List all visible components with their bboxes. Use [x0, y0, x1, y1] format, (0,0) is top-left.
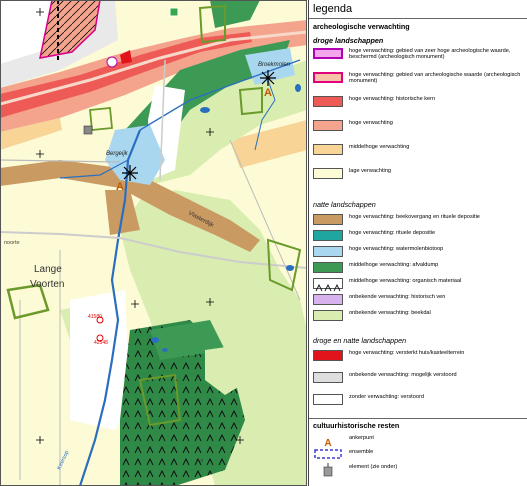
- legend-swatch: [313, 350, 343, 361]
- legend-title: legenda: [313, 3, 353, 15]
- legend-label: onbekende verwachting: historisch ven: [349, 294, 446, 300]
- legend-swatch: [313, 278, 343, 292]
- place-label: Broekmolen: [258, 62, 291, 68]
- legend-swatch: [313, 262, 343, 273]
- legend-label: middelhoge verwachting: [349, 144, 410, 150]
- legend-label: onbekende verwachting: mogelijk verstoor…: [349, 372, 457, 378]
- ensemble-dashed-icon: [313, 447, 343, 463]
- legend-panel: legenda archeologische verwachting droge…: [308, 0, 527, 486]
- find-number-label: 42548: [94, 340, 108, 346]
- legend-label: middelhoge verwachting: afvaldump: [349, 262, 439, 268]
- legend-item: element (zie onder): [313, 462, 525, 478]
- legend-item: onbekende verwachting: mogelijk verstoor…: [313, 370, 525, 386]
- legend-label: hoge verwachting: watermolenbiotoop: [349, 246, 444, 252]
- legend-swatch: [313, 230, 343, 241]
- legend-label: middelhoge verwachting: organisch materi…: [349, 278, 462, 284]
- legend-swatch: [313, 72, 343, 83]
- legend-item: hoge verwachting: gebied van archeologis…: [313, 70, 525, 86]
- legend-swatch: [313, 214, 343, 225]
- legend-swatch: [313, 48, 343, 59]
- legend-item: middelhoge verwachting: organisch materi…: [313, 276, 525, 292]
- legend-swatch: [313, 310, 343, 321]
- legend-swatch: [313, 168, 343, 179]
- legend-swatch: [313, 246, 343, 257]
- section-cultural-remains: cultuurhistorische resten: [313, 421, 400, 430]
- legend-item: ensemble: [313, 447, 525, 463]
- legend-swatch: [313, 144, 343, 155]
- legend-label: ensemble: [349, 449, 374, 455]
- legend-item: onbekende verwachting: historisch ven: [313, 292, 525, 308]
- group-wet-landscapes: natte landschappen: [313, 200, 376, 209]
- map-canvas: A A Broekmolen Bergeijk Vlasterdijk Lang…: [0, 0, 307, 486]
- legend-item: middelhoge verwachting: afvaldump: [313, 260, 525, 276]
- legend-label: zonder verwachting: verstoord: [349, 394, 424, 400]
- anchor-point-icon: A: [116, 181, 124, 193]
- place-label: Bergeijk: [106, 151, 129, 157]
- legend-label: lage verwachting: [349, 168, 391, 174]
- legend-swatch: [313, 394, 343, 405]
- legend-label: hoge verwachting: gebied van archeologis…: [349, 72, 521, 85]
- legend-item: hoge verwachting: versterkt huis/kasteel…: [313, 348, 525, 364]
- place-label: noorte: [4, 240, 20, 246]
- legend-label: ankerpunt: [349, 435, 374, 441]
- legend-swatch: [313, 294, 343, 305]
- section-archeological-expectation: archeologische verwachting: [313, 22, 410, 31]
- legend-label: onbekende verwachting: beekdal: [349, 310, 431, 316]
- legend-item: hoge verwachting: historische kern: [313, 94, 525, 110]
- map-view[interactable]: A A Broekmolen Bergeijk Vlasterdijk Lang…: [0, 0, 307, 486]
- place-label: Voorten: [30, 279, 64, 290]
- legend-item: zonder verwachting: verstoord: [313, 392, 525, 408]
- group-dry-and-wet-landscapes: droge en natte landschappen: [313, 336, 407, 345]
- legend-item: onbekende verwachting: beekdal: [313, 308, 525, 324]
- legend-label: hoge verwachting: historische kern: [349, 96, 436, 102]
- legend-label: hoge verwachting: rituele depositie: [349, 230, 436, 236]
- legend-swatch: [313, 96, 343, 107]
- legend-item: lage verwachting: [313, 166, 525, 182]
- legend-label: hoge verwachting: beekovergang en rituel…: [349, 214, 480, 220]
- place-label: Lange: [34, 264, 62, 275]
- legend-item: hoge verwachting: rituele depositie: [313, 228, 525, 244]
- legend-item: middelhoge verwachting: [313, 142, 525, 158]
- anchor-point-icon: A: [264, 87, 272, 99]
- group-dry-landscapes: droge landschappen: [313, 36, 384, 45]
- legend-item: hoge verwachting: watermolenbiotoop: [313, 244, 525, 260]
- legend-swatch: [313, 120, 343, 131]
- legend-swatch: [313, 372, 343, 383]
- legend-item: hoge verwachting: beekovergang en rituel…: [313, 212, 525, 228]
- element-icon: [313, 462, 343, 478]
- building-label: D-2: [196, 458, 204, 463]
- legend-label: hoge verwachting: [349, 120, 393, 126]
- legend-item: hoge verwachting: [313, 118, 525, 134]
- legend-item: hoge verwachting: gebied van zeer hoge a…: [313, 46, 525, 62]
- legend-label: hoge verwachting: versterkt huis/kasteel…: [349, 350, 465, 356]
- legend-label: hoge verwachting: gebied van zeer hoge a…: [349, 48, 511, 61]
- legend-label: element (zie onder): [349, 464, 398, 470]
- find-number-label: 41580: [88, 314, 102, 320]
